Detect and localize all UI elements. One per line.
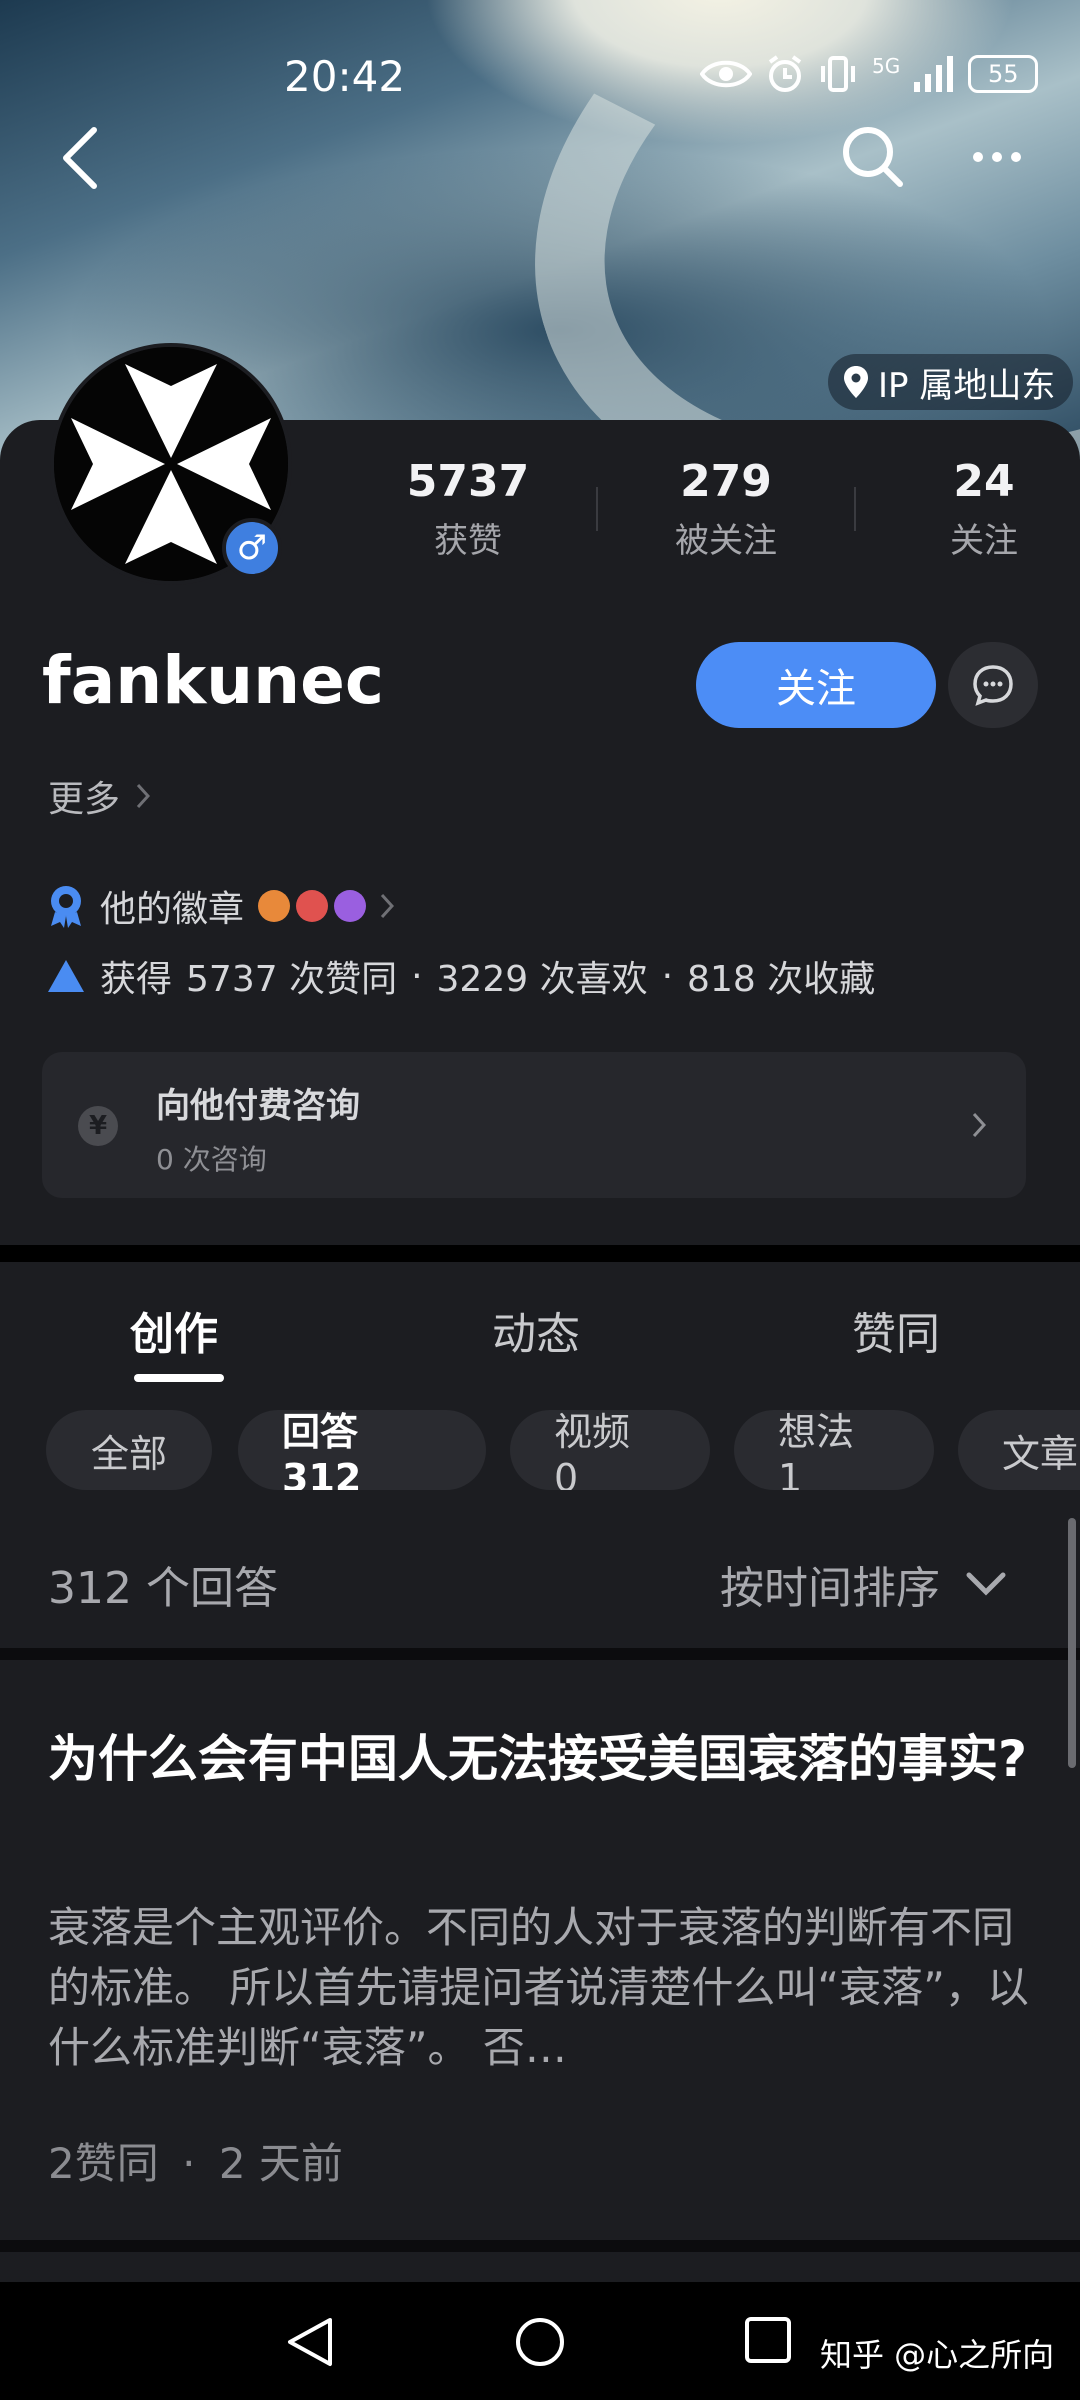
divider xyxy=(854,487,856,531)
chip-videos[interactable]: 视频 0 xyxy=(510,1410,710,1490)
vibrate-icon xyxy=(821,56,855,92)
search-icon[interactable] xyxy=(840,124,904,188)
consult-title: 向他付费咨询 xyxy=(156,1086,360,1126)
username: fankunec xyxy=(42,642,384,719)
signal-icon xyxy=(914,56,954,92)
follow-button[interactable]: 关注 xyxy=(696,642,936,728)
nav-recents-icon[interactable] xyxy=(744,2316,792,2364)
triangle-icon xyxy=(48,960,84,992)
answer-excerpt[interactable]: 衰落是个主观评价。不同的人对于衰落的判断有不同的标准。 所以首先请提问者说清楚什… xyxy=(48,1898,1038,2078)
chevron-right-icon xyxy=(136,783,151,809)
tab-upvoted[interactable]: 赞同 xyxy=(852,1298,940,1362)
alarm-icon xyxy=(768,55,802,92)
nav-back-icon[interactable] xyxy=(286,2316,334,2368)
stat-value: 279 xyxy=(680,456,772,507)
tab-activity[interactable]: 动态 xyxy=(492,1298,580,1362)
location-pin-icon xyxy=(844,366,868,398)
active-tab-indicator xyxy=(134,1374,224,1382)
chip-articles[interactable]: 文章 xyxy=(958,1410,1080,1490)
answer-count: 312 个回答 xyxy=(48,1563,278,1614)
chip-all[interactable]: 全部 xyxy=(46,1410,212,1490)
network-type: 5G xyxy=(872,54,901,78)
chevron-down-icon xyxy=(966,1572,1006,1596)
profile-stats: 5737 获赞 279 被关注 24 关注 xyxy=(368,456,1080,562)
message-button[interactable] xyxy=(948,642,1038,728)
sort-dropdown[interactable]: 按时间排序 xyxy=(720,1552,1006,1616)
medal-icon xyxy=(51,886,81,928)
status-time: 20:42 xyxy=(284,52,406,101)
achievement-stats: 获得 5737 次赞同 · 3229 次喜欢 · 818 次收藏 xyxy=(46,950,875,1002)
badge-icon-2 xyxy=(296,890,329,922)
status-icons: 5G 55 xyxy=(700,54,1039,94)
chat-bubble-icon xyxy=(973,665,1013,706)
chip-thoughts[interactable]: 想法 1 xyxy=(734,1410,934,1490)
watermark: 知乎 @心之所向 xyxy=(820,2336,1055,2374)
nav-home-icon[interactable] xyxy=(514,2316,566,2368)
ip-location-badge: IP 属地山东 xyxy=(828,354,1074,410)
divider xyxy=(596,487,598,531)
chevron-right-icon xyxy=(380,893,395,919)
scrollbar[interactable] xyxy=(1068,1518,1076,1768)
consult-count: 0 次咨询 xyxy=(156,1143,267,1176)
stat-followers[interactable]: 279 被关注 xyxy=(626,456,826,562)
stat-upvotes[interactable]: 5737 获赞 xyxy=(368,456,568,562)
badges-row[interactable]: 他的徽章 xyxy=(46,880,395,932)
paid-consult-card[interactable]: ¥ 向他付费咨询 0 次咨询 xyxy=(42,1052,1026,1198)
battery-indicator: 55 xyxy=(968,55,1039,93)
stat-following[interactable]: 24 关注 xyxy=(884,456,1080,562)
back-arrow-icon[interactable] xyxy=(60,126,100,190)
chevron-right-icon xyxy=(972,1112,986,1138)
filter-chips: 全部 回答 312 视频 0 想法 1 文章 xyxy=(46,1410,1080,1490)
answer-question-title[interactable]: 为什么会有中国人无法接受美国衰落的事实? xyxy=(48,1722,1038,1796)
tab-creation[interactable]: 创作 xyxy=(130,1298,218,1362)
divider xyxy=(0,1648,1080,1660)
more-options-icon[interactable] xyxy=(972,150,1022,164)
eye-icon xyxy=(700,60,752,88)
stat-label: 关注 xyxy=(950,521,1018,561)
stat-label: 获赞 xyxy=(434,521,502,561)
more-info-link[interactable]: 更多 xyxy=(48,770,151,822)
answer-meta: 2赞同 · 2 天前 xyxy=(48,2139,343,2188)
badge-icon-1 xyxy=(258,890,291,922)
male-gender-icon: ♂ xyxy=(222,518,282,578)
yen-icon: ¥ xyxy=(78,1106,118,1146)
divider xyxy=(0,2240,1080,2252)
stat-label: 被关注 xyxy=(675,521,777,561)
stat-value: 5737 xyxy=(406,456,530,507)
badge-icon-3 xyxy=(334,890,367,922)
stat-value: 24 xyxy=(953,456,1015,507)
chip-answers[interactable]: 回答 312 xyxy=(238,1410,486,1490)
